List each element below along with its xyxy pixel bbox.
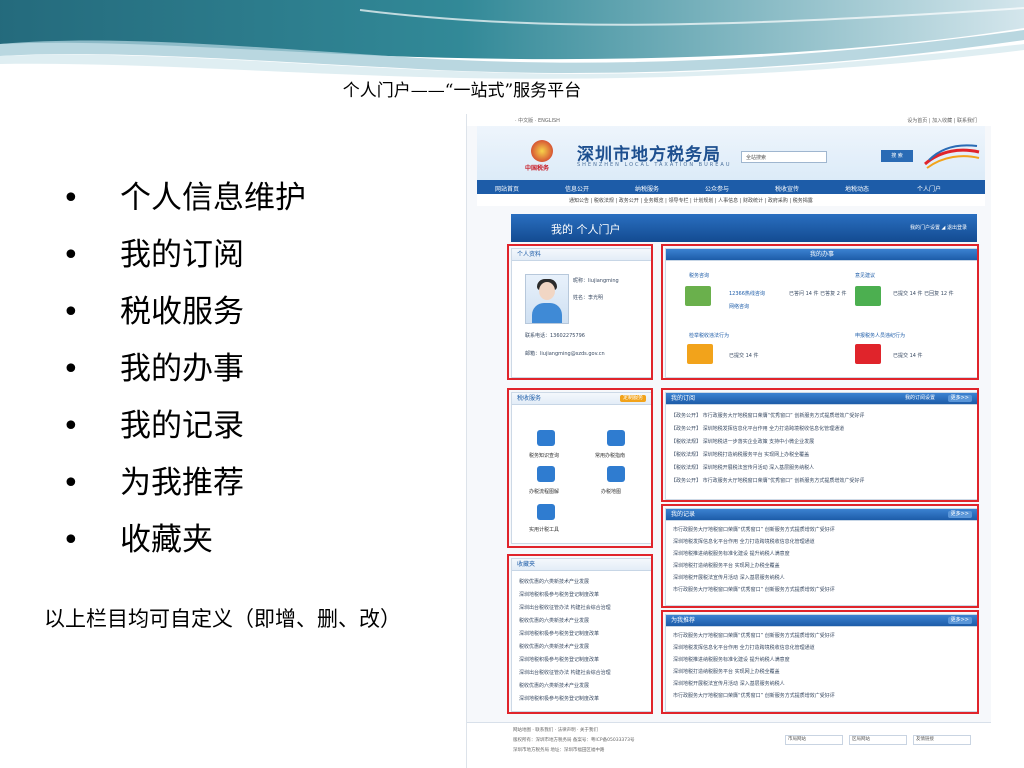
- feature-label: 收藏夹: [120, 522, 213, 558]
- bullet-dot: •: [62, 466, 80, 501]
- highlight-tax-service: [507, 388, 653, 548]
- portal-title-bar: 我的 个人门户 我的门户设置 ◢ 退出登录: [511, 214, 977, 242]
- bullet-dot: •: [62, 523, 80, 558]
- tax-emblem-icon: [531, 140, 553, 162]
- sub-nav-links[interactable]: 通知公告 | 税收法规 | 政务公开 | 业务概览 | 领导专栏 | 计划规划 …: [569, 197, 813, 204]
- bullet-dot: •: [62, 238, 80, 273]
- highlight-subscriptions: [661, 388, 979, 502]
- slide-title: 个人门户——“一站式”服务平台: [342, 81, 582, 101]
- logo-subtext: 中国税务: [525, 165, 550, 172]
- feature-item: • 我的记录: [60, 398, 306, 455]
- feature-item: • 个人信息维护: [60, 170, 306, 227]
- language-links[interactable]: · 中文版 · ENGLISH: [515, 117, 560, 124]
- portal-title: 我的 个人门户: [551, 223, 621, 236]
- main-nav: 网站首页 信息公开 纳税服务 公众参与 税收宣传 地税动态 个人门户: [477, 180, 985, 194]
- portal-actions[interactable]: 我的门户设置 ◢ 退出登录: [910, 224, 967, 231]
- site-topbar: · 中文版 · ENGLISH 设为首页 | 加入收藏 | 联系我们: [467, 114, 991, 126]
- bullet-dot: •: [62, 352, 80, 387]
- highlight-recommend: [661, 610, 979, 714]
- feature-item: • 我的办事: [60, 341, 306, 398]
- feature-label: 税收服务: [120, 294, 244, 330]
- highlight-affairs: [661, 244, 979, 380]
- footer-line: 版权所有：深圳市地方税务局 备案号：粤ICP备05033373号: [513, 738, 635, 743]
- feature-label: 个人信息维护: [120, 180, 306, 216]
- footer-line: 深圳市地方税务局 地址：深圳市福田区福中路: [513, 748, 605, 753]
- nav-item[interactable]: 地税动态: [845, 184, 869, 193]
- feature-item: • 我的订阅: [60, 227, 306, 284]
- footer-links[interactable]: 网站地图 · 联系我们 · 法律声明 · 关于我们: [513, 727, 598, 733]
- nav-item[interactable]: 信息公开: [565, 184, 589, 193]
- sub-nav: 通知公告 | 税收法规 | 政务公开 | 业务概览 | 领导专栏 | 计划规划 …: [477, 194, 985, 206]
- bullet-dot: •: [62, 181, 80, 216]
- highlight-records: [661, 504, 979, 608]
- topbar-links[interactable]: 设为首页 | 加入收藏 | 联系我们: [907, 117, 977, 124]
- highlight-favorites: [507, 554, 653, 714]
- site-select[interactable]: 市局网站: [785, 735, 843, 745]
- highlight-profile: [507, 244, 653, 380]
- feature-label: 我的办事: [120, 351, 244, 387]
- nav-item[interactable]: 网站首页: [495, 184, 519, 193]
- site-footer: 网站地图 · 联系我们 · 法律声明 · 关于我们 版权所有：深圳市地方税务局 …: [467, 722, 991, 768]
- feature-item: • 税收服务: [60, 284, 306, 341]
- feature-label: 我的订阅: [120, 237, 244, 273]
- bullet-dot: •: [62, 409, 80, 444]
- feature-label: 为我推荐: [120, 465, 244, 501]
- feature-label: 我的记录: [120, 408, 244, 444]
- portal-screenshot: · 中文版 · ENGLISH 设为首页 | 加入收藏 | 联系我们 中国税务 …: [466, 114, 991, 768]
- feature-item: • 收藏夹: [60, 512, 306, 569]
- search-input[interactable]: 全站搜索: [741, 151, 827, 163]
- nav-item[interactable]: 纳税服务: [635, 184, 659, 193]
- nav-item[interactable]: 税收宣传: [775, 184, 799, 193]
- bureau-name-en: SHENZHEN LOCAL TAXATION BUREAU: [577, 162, 732, 168]
- search-button[interactable]: 搜 索: [881, 150, 913, 162]
- slide-banner: [0, 0, 1024, 80]
- feature-list: • 个人信息维护 • 我的订阅 • 税收服务 • 我的办事 • 我的记录 • 为我推荐 • 收…: [60, 170, 306, 569]
- nav-item[interactable]: 公众参与: [705, 184, 729, 193]
- brand-swoosh-icon: [924, 144, 980, 169]
- nav-item-personal-portal[interactable]: 个人门户: [917, 184, 941, 193]
- site-select[interactable]: 区局网站: [849, 735, 907, 745]
- feature-item: • 为我推荐: [60, 455, 306, 512]
- site-header: 中国税务 深圳市地方税务局 SHENZHEN LOCAL TAXATION BU…: [477, 126, 985, 180]
- search-placeholder: 全站搜索: [746, 155, 767, 161]
- bullet-dot: •: [62, 295, 80, 330]
- site-select[interactable]: 友情链接: [913, 735, 971, 745]
- customization-note: 以上栏目均可自定义（即增、删、改）: [44, 607, 401, 631]
